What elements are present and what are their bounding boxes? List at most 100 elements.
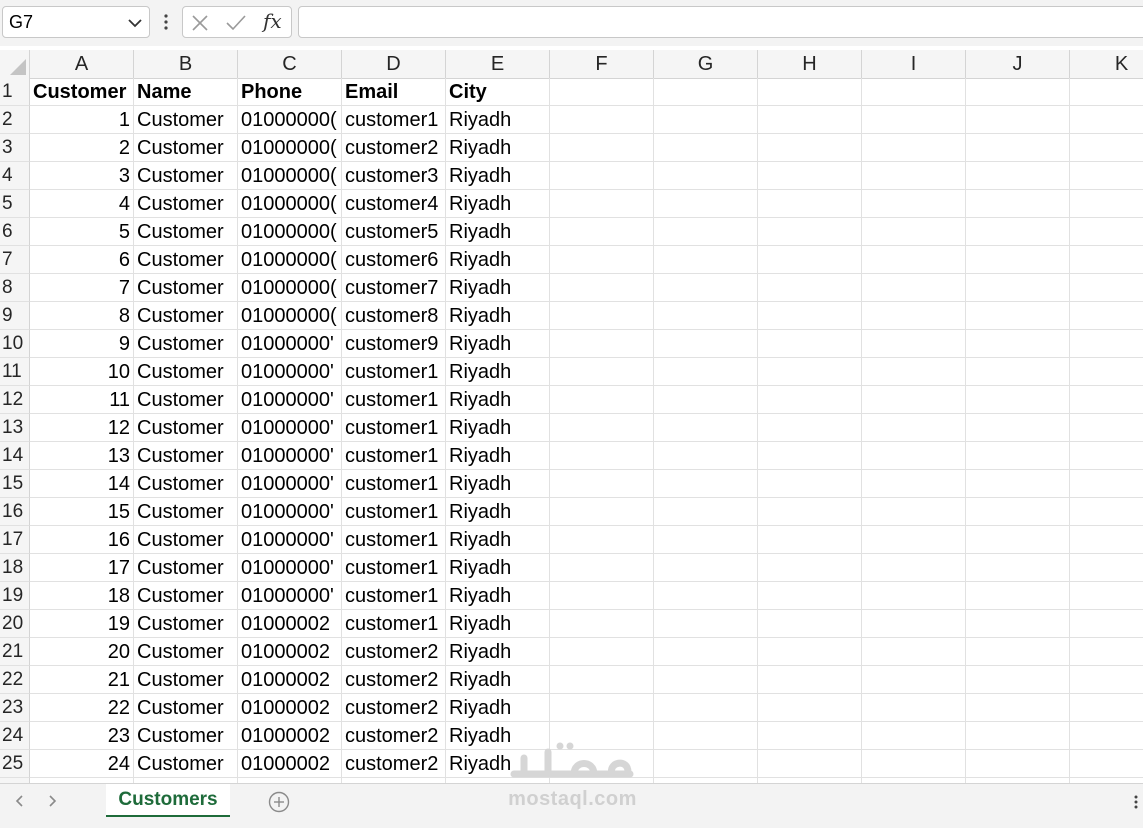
cell-e[interactable]: Riyadh	[446, 358, 550, 386]
cell-f[interactable]	[550, 106, 654, 134]
column-header-h[interactable]: H	[758, 50, 862, 78]
cell-f[interactable]	[550, 554, 654, 582]
cell-k[interactable]	[1070, 358, 1143, 386]
cell-g[interactable]	[654, 246, 758, 274]
cell-f[interactable]	[550, 218, 654, 246]
cell-f[interactable]	[550, 666, 654, 694]
insert-function-icon[interactable]: fx	[263, 9, 282, 33]
cell-d[interactable]: customer2	[342, 638, 446, 666]
cell-a[interactable]: 6	[30, 246, 134, 274]
cell-c[interactable]: 01000000(	[238, 162, 342, 190]
row-header[interactable]: 19	[0, 582, 30, 610]
cell-c[interactable]: 01000000(	[238, 134, 342, 162]
add-sheet-icon[interactable]	[268, 791, 290, 813]
cell-e[interactable]: Riyadh	[446, 694, 550, 722]
cell-k[interactable]	[1070, 554, 1143, 582]
cell-j[interactable]	[966, 750, 1070, 778]
cell-a[interactable]: 21	[30, 666, 134, 694]
cell-b[interactable]: Customer	[134, 498, 238, 526]
cell-j[interactable]	[966, 414, 1070, 442]
cell-b[interactable]: Customer	[134, 526, 238, 554]
cell-i[interactable]	[862, 358, 966, 386]
cell-h[interactable]	[758, 218, 862, 246]
select-all-button[interactable]	[0, 50, 30, 78]
cell-b[interactable]: Customer	[134, 358, 238, 386]
cell-a[interactable]: 20	[30, 638, 134, 666]
cell-b[interactable]: Customer	[134, 330, 238, 358]
row-header[interactable]: 5	[0, 190, 30, 218]
cell-d[interactable]: customer1	[342, 610, 446, 638]
cell-i[interactable]	[862, 162, 966, 190]
cell-a[interactable]: 12	[30, 414, 134, 442]
column-header-f[interactable]: F	[550, 50, 654, 78]
cell-i[interactable]	[862, 78, 966, 106]
cell-c[interactable]: 01000000(	[238, 190, 342, 218]
cell-k[interactable]	[1070, 526, 1143, 554]
cell-e[interactable]: Riyadh	[446, 274, 550, 302]
cell-f[interactable]	[550, 414, 654, 442]
cell-c[interactable]: 01000002	[238, 694, 342, 722]
cell-b[interactable]: Customer	[134, 106, 238, 134]
cell-a[interactable]: Customer	[30, 78, 134, 106]
more-vertical-icon[interactable]	[160, 12, 172, 32]
cell-j[interactable]	[966, 246, 1070, 274]
row-header[interactable]: 2	[0, 106, 30, 134]
cell-k[interactable]	[1070, 134, 1143, 162]
cell-i[interactable]	[862, 218, 966, 246]
cell-k[interactable]	[1070, 386, 1143, 414]
cell-e[interactable]: Riyadh	[446, 638, 550, 666]
cell-h[interactable]	[758, 610, 862, 638]
column-header-a[interactable]: A	[30, 50, 134, 78]
cell-f[interactable]	[550, 526, 654, 554]
more-vertical-icon[interactable]	[1133, 794, 1139, 810]
cell-e[interactable]: Riyadh	[446, 246, 550, 274]
row-header[interactable]: 1	[0, 78, 30, 106]
cell-j[interactable]	[966, 330, 1070, 358]
cell-k[interactable]	[1070, 218, 1143, 246]
cell-e[interactable]: Riyadh	[446, 554, 550, 582]
cell-a[interactable]: 3	[30, 162, 134, 190]
cell-k[interactable]	[1070, 414, 1143, 442]
cell-h[interactable]	[758, 722, 862, 750]
cell-e[interactable]: Riyadh	[446, 582, 550, 610]
cell-j[interactable]	[966, 302, 1070, 330]
cell-c[interactable]: 01000002	[238, 750, 342, 778]
cell-j[interactable]	[966, 190, 1070, 218]
cell-i[interactable]	[862, 638, 966, 666]
column-header-c[interactable]: C	[238, 50, 342, 78]
cell-k[interactable]	[1070, 638, 1143, 666]
cell-a[interactable]: 24	[30, 750, 134, 778]
cell-a[interactable]: 18	[30, 582, 134, 610]
cell-j[interactable]	[966, 498, 1070, 526]
cell-b[interactable]: Customer	[134, 610, 238, 638]
cell-c[interactable]: 01000000(	[238, 106, 342, 134]
chevron-down-icon[interactable]	[127, 17, 143, 29]
cell-a[interactable]: 19	[30, 610, 134, 638]
cell-b[interactable]: Customer	[134, 274, 238, 302]
cell-i[interactable]	[862, 106, 966, 134]
cell-g[interactable]	[654, 638, 758, 666]
cell-c[interactable]: 01000000'	[238, 582, 342, 610]
cell-j[interactable]	[966, 554, 1070, 582]
cell-c[interactable]: 01000000'	[238, 386, 342, 414]
row-header[interactable]: 3	[0, 134, 30, 162]
cell-d[interactable]: customer2	[342, 666, 446, 694]
cell-c[interactable]: 01000002	[238, 722, 342, 750]
cell-c[interactable]: 01000000(	[238, 246, 342, 274]
cell-f[interactable]	[550, 722, 654, 750]
cell-b[interactable]: Customer	[134, 582, 238, 610]
cell-d[interactable]: customer2	[342, 694, 446, 722]
chevron-left-icon[interactable]	[14, 794, 26, 808]
row-header[interactable]: 11	[0, 358, 30, 386]
cell-d[interactable]: customer8	[342, 302, 446, 330]
cell-b[interactable]: Customer	[134, 722, 238, 750]
sheet-tab-customers[interactable]: Customers	[106, 784, 230, 818]
cell-g[interactable]	[654, 386, 758, 414]
cell-e[interactable]: Riyadh	[446, 302, 550, 330]
cell-e[interactable]: Riyadh	[446, 750, 550, 778]
cell-c[interactable]: 01000002	[238, 638, 342, 666]
cell-k[interactable]	[1070, 330, 1143, 358]
cell-i[interactable]	[862, 554, 966, 582]
column-header-d[interactable]: D	[342, 50, 446, 78]
cell-i[interactable]	[862, 302, 966, 330]
